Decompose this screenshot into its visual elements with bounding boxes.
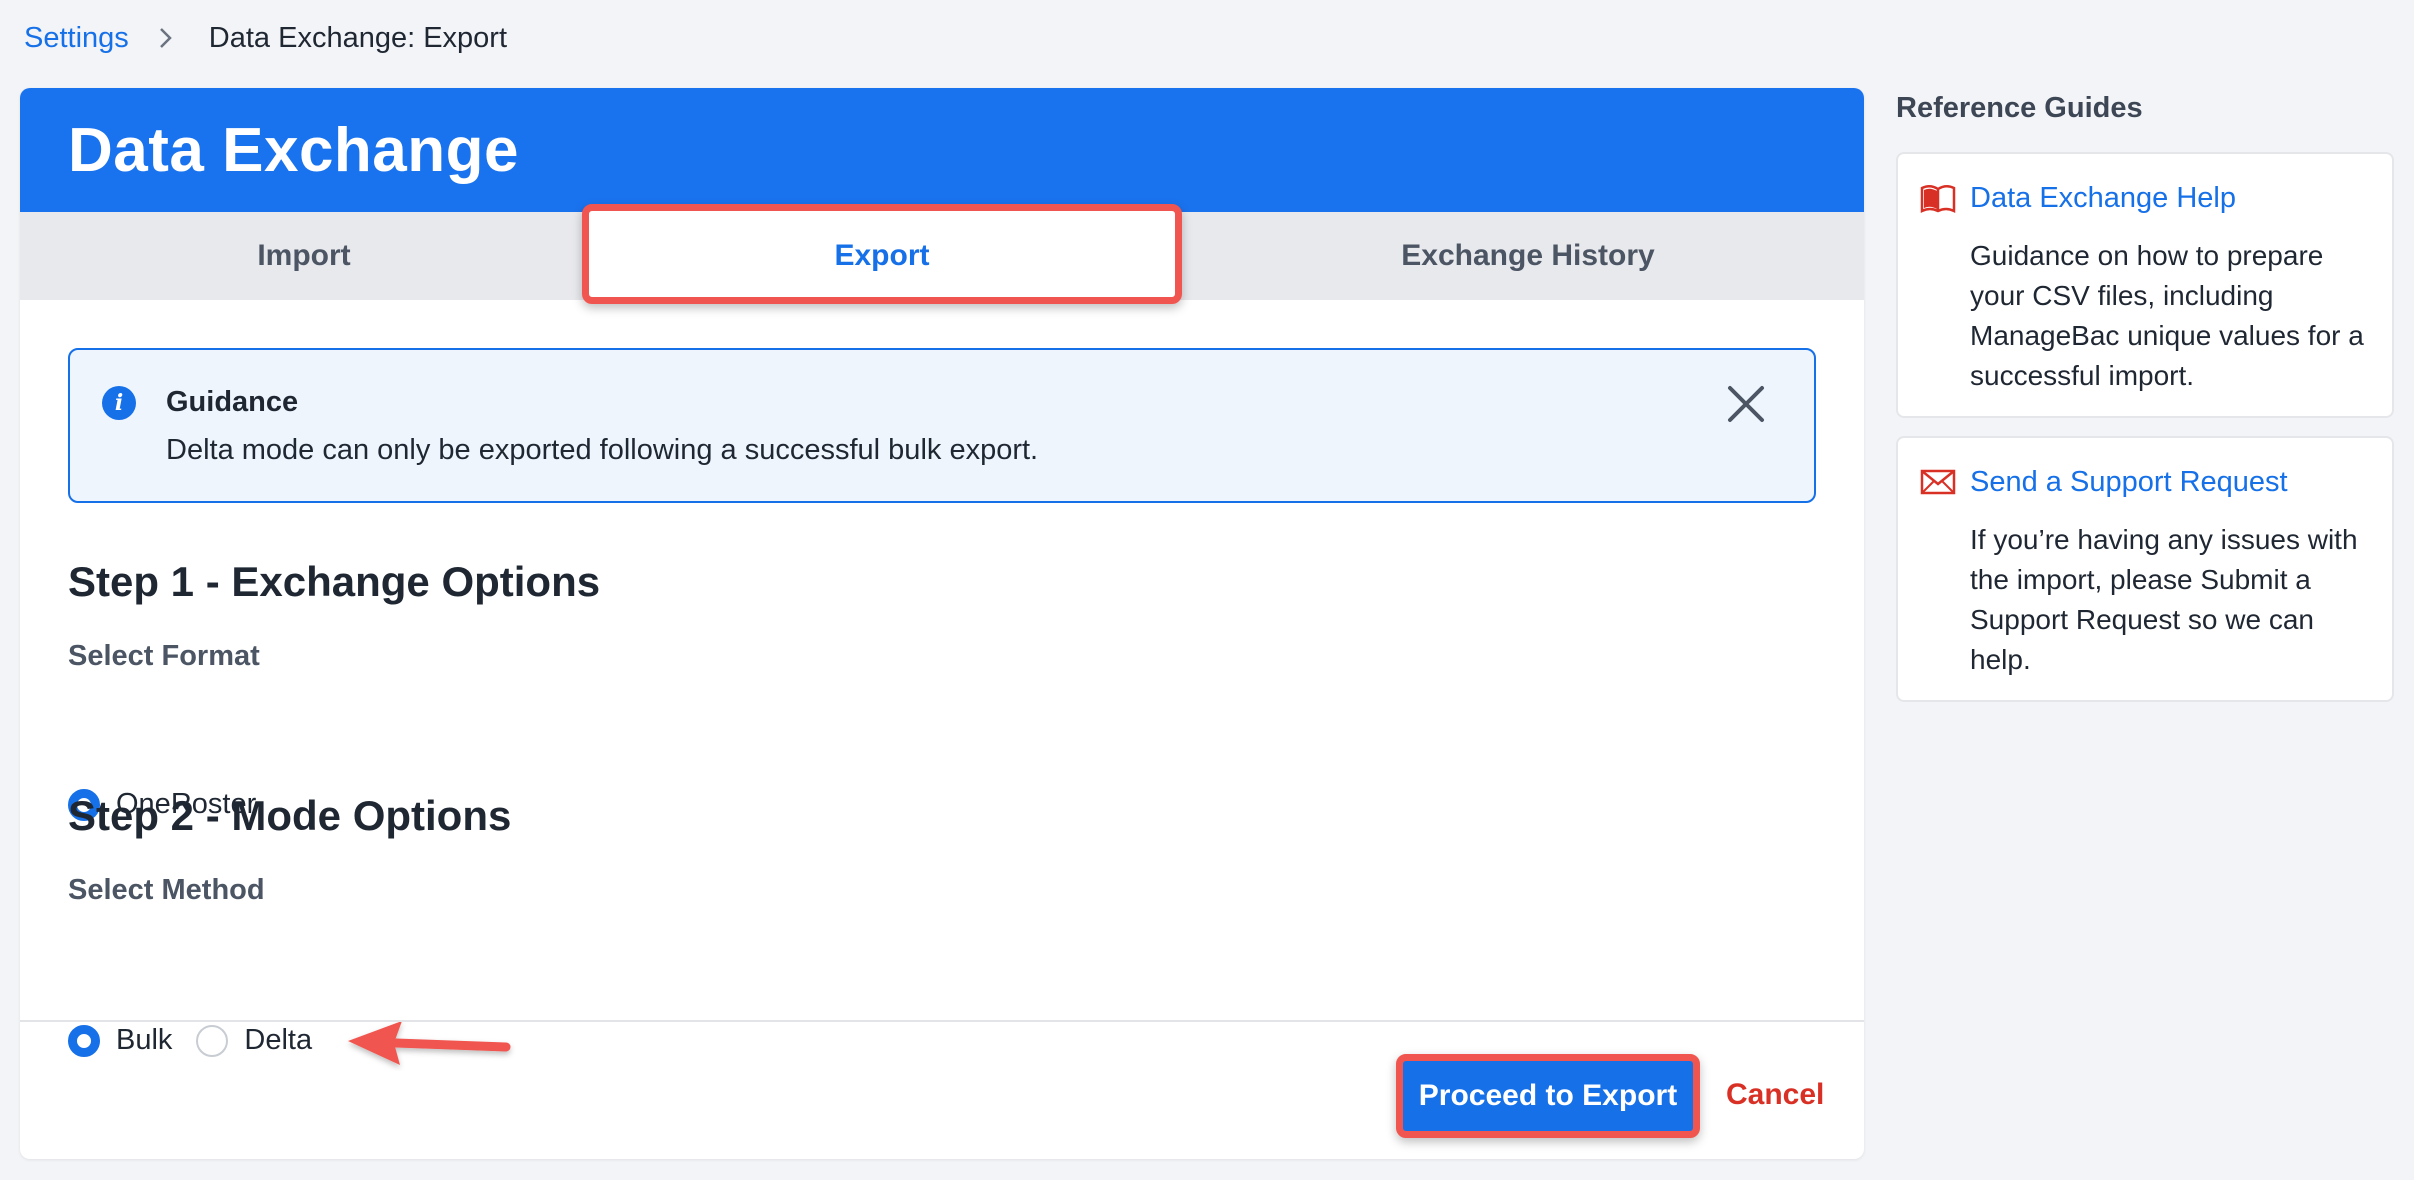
close-icon[interactable] — [1726, 384, 1766, 424]
tab-exchange-history[interactable]: Exchange History — [1176, 212, 1880, 300]
guidance-title: Guidance — [166, 386, 299, 418]
page-title: Data Exchange — [68, 115, 520, 185]
breadcrumb-current: Data Exchange: Export — [208, 21, 508, 54]
bulk-label[interactable]: Bulk — [116, 1024, 172, 1057]
guidance-alert: i Guidance Delta mode can only be export… — [68, 348, 1816, 503]
data-exchange-help-description: Guidance on how to prepare your CSV file… — [1970, 240, 2364, 391]
info-icon: i — [102, 386, 136, 420]
delta-radio[interactable] — [196, 1024, 229, 1057]
step1-title: Step 1 - Exchange Options — [68, 558, 601, 605]
guide-card-support-request: Send a Support Request If you’re having … — [1896, 436, 2394, 702]
breadcrumb-settings-link[interactable]: Settings — [24, 22, 129, 55]
reference-guides-title: Reference Guides — [1896, 92, 2143, 124]
data-exchange-card: Data Exchange Import Export Exchange His… — [20, 88, 1864, 1159]
breadcrumb: Settings Data Exchange: Export — [24, 18, 507, 58]
guidance-text: Delta mode can only be exported followin… — [166, 434, 1039, 466]
select-format-label: Select Format — [68, 640, 260, 672]
delta-label[interactable]: Delta — [244, 1024, 312, 1057]
cancel-button[interactable]: Cancel — [1726, 1078, 1824, 1112]
envelope-icon — [1920, 468, 1956, 501]
select-method-label: Select Method — [68, 874, 265, 906]
tab-export[interactable]: Export — [588, 208, 1176, 304]
guide-card-data-exchange-help: Data Exchange Help Guidance on how to pr… — [1896, 152, 2394, 418]
card-header: Data Exchange — [20, 88, 1864, 212]
tab-bar: Import Export Exchange History — [20, 204, 1864, 304]
chevron-right-icon — [159, 27, 173, 49]
step2-title: Step 2 - Mode Options — [68, 792, 512, 839]
method-radio-group: Bulk Delta — [68, 1024, 336, 1057]
bulk-radio[interactable] — [68, 1024, 100, 1057]
footer-divider — [20, 1020, 1864, 1022]
tab-import[interactable]: Import — [20, 212, 588, 300]
data-exchange-help-link[interactable]: Data Exchange Help — [1970, 182, 2236, 215]
book-icon — [1920, 184, 1956, 219]
send-support-request-link[interactable]: Send a Support Request — [1970, 466, 2288, 499]
proceed-to-export-button[interactable]: Proceed to Export — [1396, 1054, 1700, 1138]
support-request-description: If you’re having any issues with the imp… — [1970, 524, 2358, 675]
